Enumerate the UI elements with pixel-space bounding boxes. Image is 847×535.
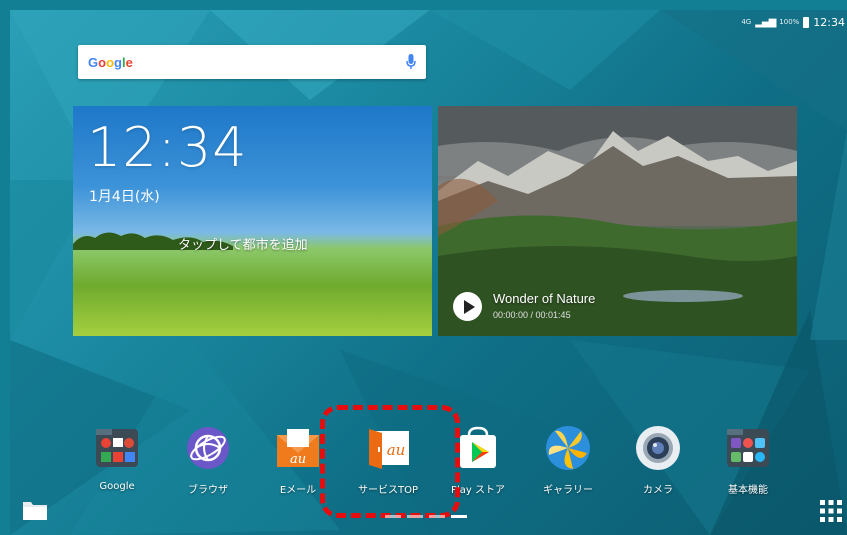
gallery-icon bbox=[545, 425, 591, 471]
network-type-label: 4G bbox=[741, 18, 752, 26]
page-indicator bbox=[385, 515, 467, 518]
app-label: Eメール bbox=[279, 485, 317, 496]
video-widget[interactable]: Wonder of Nature 00:00:00 / 00:01:45 bbox=[438, 106, 797, 336]
microphone-icon[interactable] bbox=[406, 54, 416, 70]
status-bar: 4G ▂▄▆ 100% 12:34 bbox=[727, 10, 847, 34]
weather-clock-time: 12:34 bbox=[87, 116, 248, 179]
signal-strength-icon: ▂▄▆ bbox=[755, 16, 776, 28]
app-label: カメラ bbox=[643, 485, 673, 496]
camera-icon bbox=[635, 425, 681, 471]
app-label: ブラウザ bbox=[188, 485, 228, 496]
google-search-bar[interactable]: Google bbox=[78, 45, 426, 79]
email-icon: au bbox=[275, 425, 321, 471]
folder-icon[interactable] bbox=[22, 499, 48, 521]
play-icon bbox=[463, 299, 475, 314]
app-browser[interactable]: ブラウザ bbox=[163, 425, 253, 496]
play-button[interactable] bbox=[453, 292, 482, 321]
apps-grid-icon[interactable] bbox=[819, 499, 843, 523]
page-dot[interactable] bbox=[385, 515, 401, 518]
basic-functions-folder-icon bbox=[725, 425, 771, 471]
video-time: 00:00:00 / 00:01:45 bbox=[493, 310, 571, 320]
svg-text:au: au bbox=[290, 452, 306, 467]
status-time: 12:34 bbox=[813, 15, 845, 29]
highlight-service-top-annotation bbox=[320, 405, 460, 518]
add-city-hint[interactable]: タップして都市を追加 bbox=[178, 234, 308, 253]
app-google-folder[interactable]: Google bbox=[72, 425, 162, 492]
page-dot[interactable] bbox=[429, 515, 445, 518]
page-dot[interactable] bbox=[407, 515, 423, 518]
google-folder-icon bbox=[94, 425, 140, 471]
google-logo: Google bbox=[88, 54, 133, 70]
app-basic-functions-folder[interactable]: 基本機能 bbox=[703, 425, 793, 496]
video-title: Wonder of Nature bbox=[493, 291, 596, 306]
battery-percent: 100% bbox=[779, 18, 800, 26]
weather-clock-widget[interactable]: 12:34 1月4日(水) タップして都市を追加 bbox=[73, 106, 432, 336]
weather-date: 1月4日(水) bbox=[89, 189, 160, 205]
mountain-landscape-image bbox=[438, 106, 797, 336]
battery-icon bbox=[803, 16, 810, 28]
play-store-icon bbox=[455, 425, 501, 471]
browser-icon bbox=[185, 425, 231, 471]
app-label: ギャラリー bbox=[543, 485, 593, 496]
app-gallery[interactable]: ギャラリー bbox=[523, 425, 613, 496]
app-camera[interactable]: カメラ bbox=[613, 425, 703, 496]
app-label: 基本機能 bbox=[728, 485, 768, 496]
app-label: Google bbox=[99, 481, 135, 492]
page-dot-active[interactable] bbox=[451, 515, 467, 518]
